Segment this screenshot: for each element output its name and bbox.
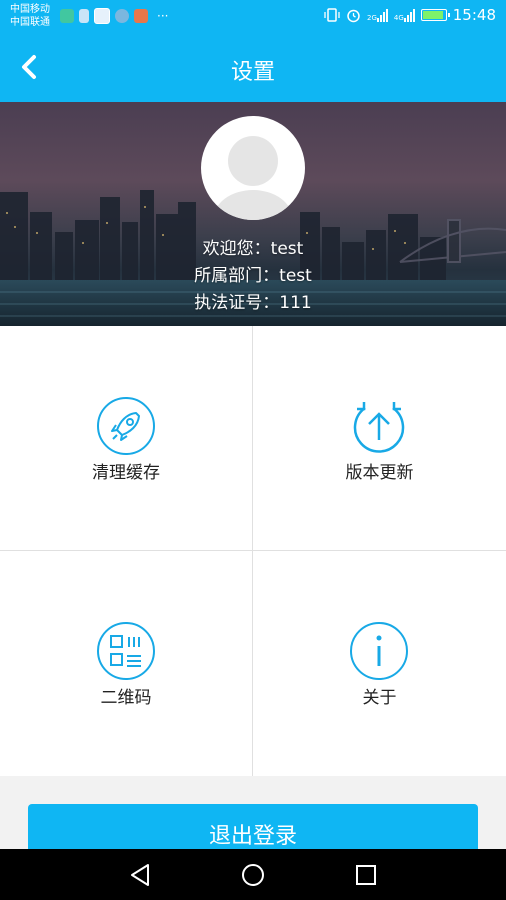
settings-grid: 清理缓存 版本更新 二维码 关于 — [0, 326, 506, 776]
network-type-label: 4G — [393, 14, 404, 22]
about-button[interactable]: 关于 — [253, 551, 506, 776]
status-bar: 中国移动 中国联通 ··· 2G 4G 15:48 — [0, 0, 506, 34]
version-update-label: 版本更新 — [345, 463, 414, 483]
welcome-text: 欢迎您：test — [202, 239, 304, 259]
user-info: 欢迎您：test 所属部门：test 执法证号：111 — [0, 236, 506, 317]
video-notification-icon — [94, 8, 110, 24]
page-title: 设置 — [230, 60, 275, 85]
network-type-label: 2G — [366, 14, 377, 22]
play-notification-icon — [134, 9, 148, 23]
app-notification-icon — [60, 9, 74, 23]
qrcode-icon — [97, 622, 155, 680]
nav-home-icon[interactable] — [239, 861, 267, 889]
app-header: 设置 — [0, 34, 506, 102]
info-icon — [350, 622, 408, 680]
update-arrow-icon — [353, 402, 405, 453]
alarm-icon — [347, 9, 360, 22]
nav-recents-icon[interactable] — [352, 861, 380, 889]
clock: 15:48 — [452, 6, 496, 24]
license-text: 执法证号：111 — [194, 293, 312, 313]
signal-icon — [403, 8, 415, 22]
system-navigation-bar — [0, 849, 506, 900]
about-label: 关于 — [362, 688, 397, 708]
more-notifications-icon: ··· — [157, 9, 169, 23]
rocket-icon — [97, 397, 155, 455]
carrier-info: 中国移动 中国联通 — [10, 3, 50, 29]
qrcode-button[interactable]: 二维码 — [0, 551, 253, 776]
avatar[interactable] — [201, 116, 305, 220]
notification-icons: ··· — [60, 8, 168, 24]
battery-icon — [420, 9, 450, 21]
signal-icon — [376, 8, 388, 22]
clear-cache-label: 清理缓存 — [92, 463, 160, 483]
vibrate-icon — [324, 8, 340, 22]
carrier-2: 中国联通 — [10, 17, 50, 28]
qrcode-label: 二维码 — [100, 688, 152, 708]
department-text: 所属部门：test — [194, 266, 312, 286]
app-notification-icon — [79, 9, 89, 23]
clear-cache-button[interactable]: 清理缓存 — [0, 326, 253, 551]
app-notification-icon — [115, 9, 129, 23]
profile-banner: 欢迎您：test 所属部门：test 执法证号：111 — [0, 102, 506, 326]
carrier-1: 中国移动 — [10, 4, 50, 15]
version-update-button[interactable]: 版本更新 — [253, 326, 506, 551]
nav-back-icon[interactable] — [126, 861, 154, 889]
